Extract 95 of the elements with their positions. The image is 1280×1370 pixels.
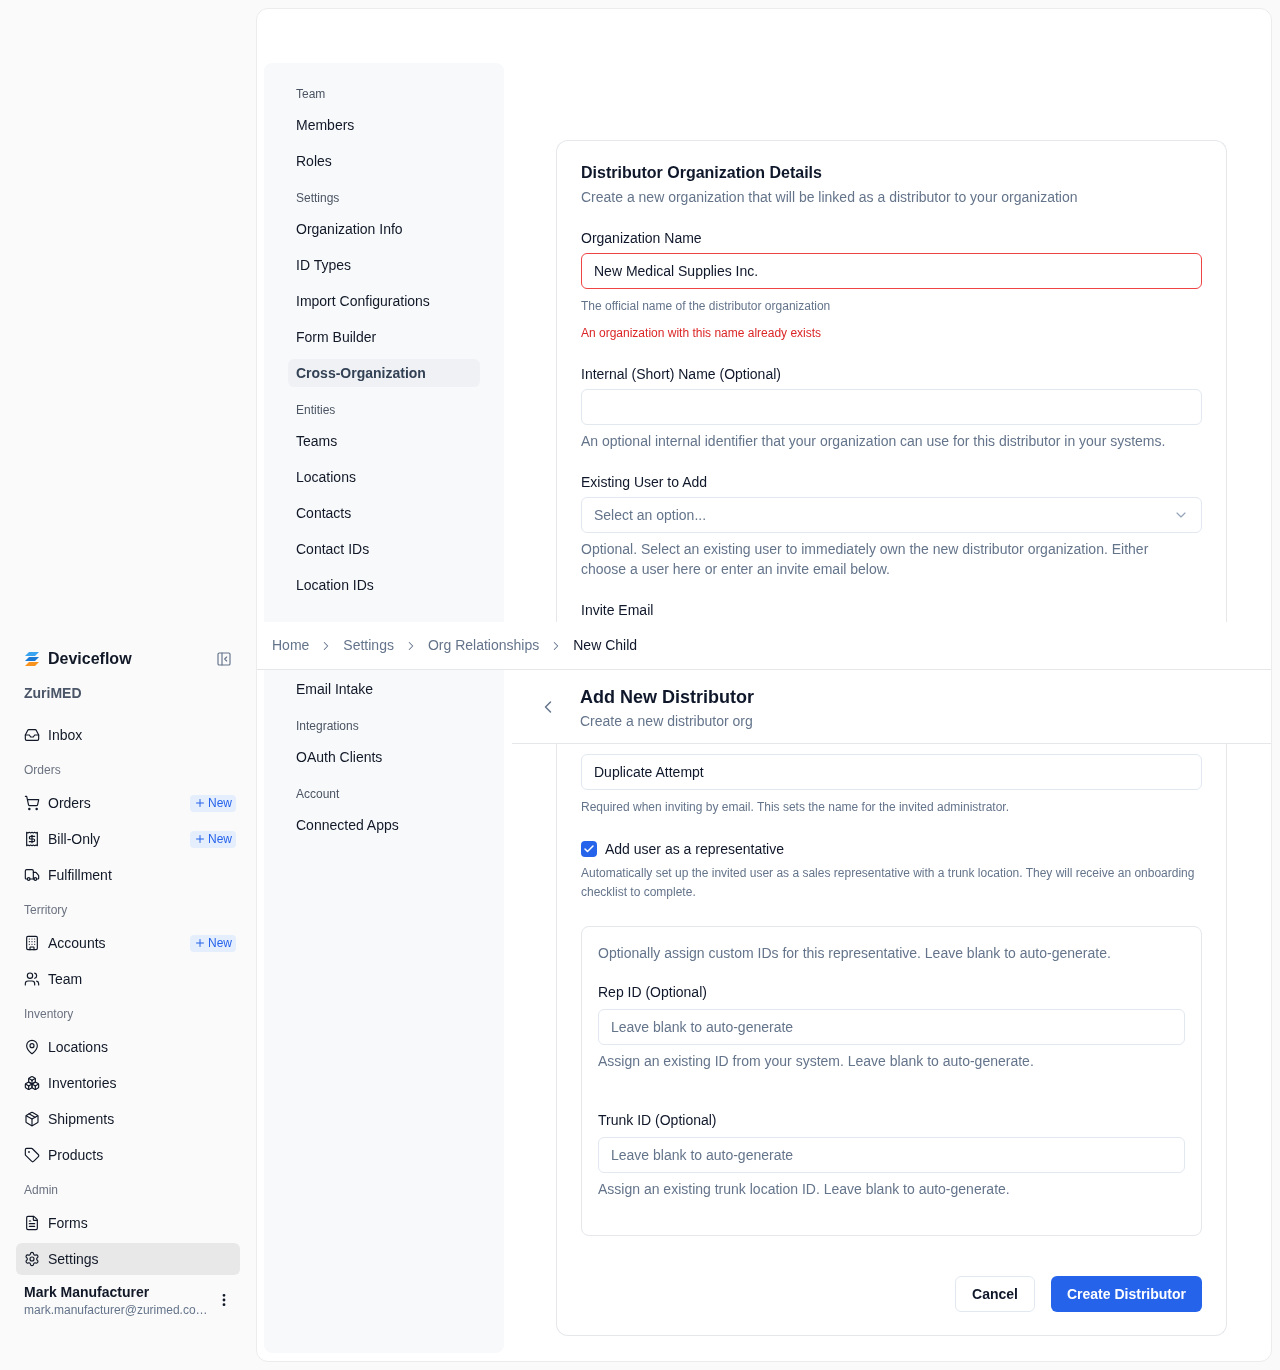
settings-nav-item[interactable]: Contact IDs [288,535,480,563]
checkbox-label: Add user as a representative [605,840,784,859]
inbox-icon [24,727,40,743]
settings-nav-item[interactable]: OAuth Clients [288,743,480,771]
error-message: An organization with this name already exists [581,325,823,341]
nav-item[interactable]: Settings [16,1243,240,1275]
text-input[interactable] [581,389,1202,425]
section-label: Admin [23,1182,59,1199]
section-label: Entities [295,402,337,419]
settings-nav-item[interactable]: ID Types [288,251,480,279]
checkbox[interactable] [581,841,597,857]
current-page-label: New Child [573,636,638,655]
new-button[interactable]: New [190,794,236,812]
nav-item[interactable]: Forms [16,1207,240,1239]
select-field[interactable]: Select an option... [581,497,1202,533]
settings-nav-item[interactable]: Contacts [288,499,480,527]
building-icon [24,935,40,951]
nav-item[interactable]: Orders [16,787,186,819]
section-label: Account [295,786,341,803]
nav-item[interactable]: Fulfillment [16,859,240,891]
settings-nav-item[interactable]: Location IDs [288,571,480,599]
panel-left-icon [216,651,232,667]
section-label: Settings [295,190,341,207]
new-button[interactable]: New [190,934,236,952]
plus-icon [194,833,206,845]
text-input[interactable]: Leave blank to auto-generate [598,1137,1185,1173]
section-label: Inventory [23,1006,75,1023]
brand-name: Deviceflow [48,649,132,669]
help-text: Required when inviting by email. This sets the name for the invited administrator. [581,799,1010,815]
settings-nav-item[interactable]: Cross-Organization [288,359,480,387]
nav-item[interactable]: Team [16,963,240,995]
cart-icon [24,795,40,811]
card-subtitle: Create a new organization that will be linked as a distributor to your organization [581,188,1079,207]
help-text: Assign an existing ID from your system. Leave blank to auto-generate. [598,1052,1035,1071]
cancel-button[interactable]: Cancel [955,1276,1035,1312]
package-icon [24,1111,40,1127]
breadcrumb-link[interactable]: Org Relationships [427,635,540,656]
section-label: Orders [23,762,62,779]
section-label: Integrations [295,718,360,735]
collapse-sidebar-button[interactable] [216,651,232,667]
receipt-icon [24,831,40,847]
field-label: Invite Email [581,601,655,620]
field-label: Organization Name [581,229,703,248]
tag-icon [24,1147,40,1163]
text-input[interactable]: Leave blank to auto-generate [598,1009,1185,1045]
settings-nav-item[interactable]: Email Intake [288,675,480,703]
logo-icon [24,651,40,667]
nav-item[interactable]: Products [16,1139,240,1171]
nav-item[interactable]: Inventories [16,1067,240,1099]
section-label: Team [295,86,327,103]
breadcrumb-link[interactable]: Settings [343,635,394,656]
settings-nav-item[interactable]: Roles [288,147,480,175]
users-icon [24,971,40,987]
settings-nav-item[interactable]: Connected Apps [288,811,480,839]
page-title: Add New Distributor [580,685,754,709]
card-title: Distributor Organization Details [581,163,823,183]
help-text: The official name of the distributor organization [581,298,832,314]
user-email: mark.manufacturer@zurimed.co… [24,1302,208,1318]
create-button[interactable]: Create Distributor [1050,1276,1202,1312]
plus-icon [194,937,206,949]
user-name: Mark Manufacturer [24,1283,151,1302]
settings-nav-item[interactable]: Members [288,111,480,139]
field-label: Trunk ID (Optional) [598,1111,718,1130]
settings-nav-item[interactable]: Import Configurations [288,287,480,315]
nav-item[interactable]: Locations [16,1031,240,1063]
page-subtitle: Create a new distributor org [580,711,754,731]
field-label: Existing User to Add [581,473,709,492]
settings-icon [24,1251,40,1267]
help-text: Automatically set up the invited user as a sales representative with a trunk location. They will receive an onboarding checklist to complete. [581,865,1196,901]
field-label: Rep ID (Optional) [598,983,708,1002]
settings-nav-item[interactable]: Locations [288,463,480,491]
help-text: An optional internal identifier that your organization can use for this distributor in your systems. [581,432,1167,451]
settings-nav-item[interactable]: Teams [288,427,480,455]
nav-item[interactable]: Inbox [16,719,240,751]
document-icon [24,1215,40,1231]
text-input[interactable]: New Medical Supplies Inc. [581,253,1202,289]
settings-nav-item[interactable]: Organization Info [288,215,480,243]
truck-icon [24,867,40,883]
plus-icon [194,797,206,809]
help-text: Optional. Select an existing user to immediately own the new distributor organization. Either choose a user here or enter an invite email below. [581,540,1150,579]
new-button[interactable]: New [190,830,236,848]
map-pin-icon [24,1039,40,1055]
field-label: Internal (Short) Name (Optional) [581,365,782,384]
breadcrumb-link[interactable]: Home [272,635,310,656]
check-icon [583,843,595,855]
panel-intro: Optionally assign custom IDs for this representative. Leave blank to auto-generate. [598,944,1112,963]
organization-name: ZuriMED [23,684,83,703]
section-label: Territory [23,902,69,919]
nav-item[interactable]: Accounts [16,927,186,959]
settings-nav-item[interactable]: Form Builder [288,323,480,351]
help-text: Assign an existing trunk location ID. Leave blank to auto-generate. [598,1180,1011,1199]
boxes-icon [24,1075,40,1091]
nav-item[interactable]: Bill-Only [16,823,186,855]
text-input[interactable]: Duplicate Attempt [581,754,1202,790]
nav-item[interactable]: Shipments [16,1103,240,1135]
